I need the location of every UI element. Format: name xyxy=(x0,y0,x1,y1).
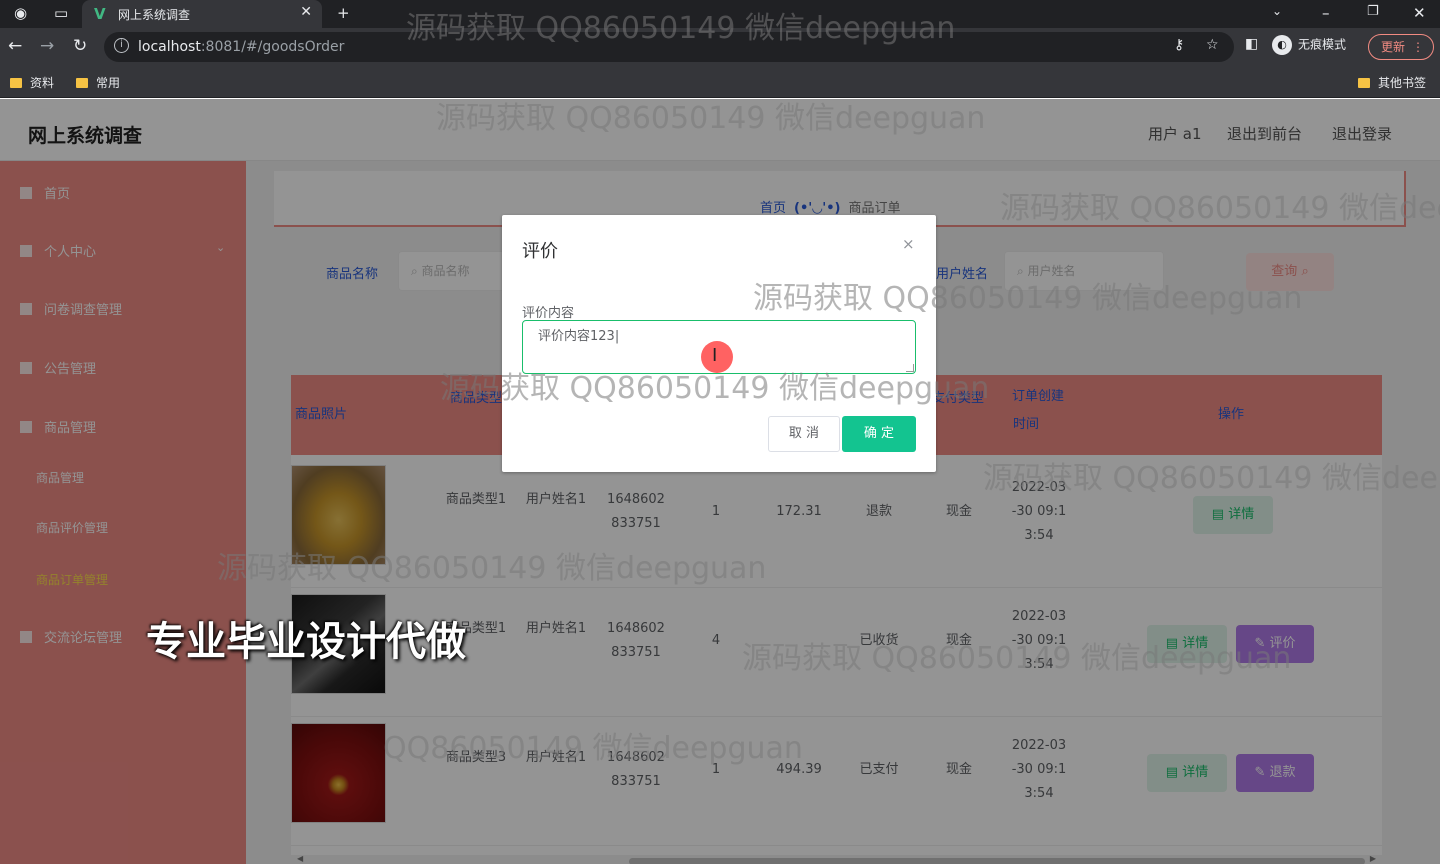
reload-icon[interactable]: ↻ xyxy=(73,36,87,56)
app-page: 网上系统调查 用户 a1 退出到前台 退出登录 首页 个人中心 ⌄ 问卷调查管理 … xyxy=(0,99,1440,864)
incognito-label: 无痕模式 xyxy=(1298,37,1347,52)
update-label: 更新 xyxy=(1381,40,1406,54)
review-content-value: 评价内容123 xyxy=(538,329,615,344)
url-text[interactable]: localhost:8081/#/goodsOrder xyxy=(138,39,344,55)
side-panel-icon[interactable]: ◧ xyxy=(1245,36,1258,52)
tab-search-icon[interactable]: ▭ xyxy=(54,4,68,22)
close-icon[interactable]: × xyxy=(902,235,915,253)
review-content-label: 评价内容 xyxy=(522,306,575,321)
update-button[interactable]: 更新 ⋮ xyxy=(1368,34,1434,60)
confirm-button[interactable]: 确 定 xyxy=(842,416,916,452)
browser-toolbar: ← → ↻ i localhost:8081/#/goodsOrder ⚷ ☆ … xyxy=(0,28,1440,66)
back-arrow-icon[interactable]: ← xyxy=(8,36,22,56)
modal-overlay[interactable] xyxy=(0,99,1440,864)
resize-handle-icon[interactable] xyxy=(906,364,914,372)
bookmark-star-icon[interactable]: ☆ xyxy=(1206,37,1219,53)
review-dialog: 评价 × 评价内容 评价内容123| I 取 消 确 定 xyxy=(502,215,936,472)
folder-icon xyxy=(1358,78,1370,88)
folder-icon xyxy=(76,78,88,88)
text-caret: | xyxy=(614,329,620,344)
incognito-indicator[interactable]: ◐ 无痕模式 xyxy=(1272,35,1346,55)
vue-favicon-icon: V xyxy=(94,5,106,23)
address-bar[interactable]: i localhost:8081/#/goodsOrder ⚷ ☆ xyxy=(104,32,1234,62)
text-cursor-icon: I xyxy=(712,345,718,366)
browser-tab-bar: ◉ ▭ V 网上系统调查 ✕ + ⌄ – ❐ ✕ xyxy=(0,0,1440,28)
browser-globe-icon[interactable]: ◉ xyxy=(14,4,27,22)
bookmark-folder-ziliao[interactable]: 资料 xyxy=(10,74,54,91)
dialog-title: 评价 xyxy=(522,241,558,262)
window-close-icon[interactable]: ✕ xyxy=(1413,4,1426,22)
incognito-icon: ◐ xyxy=(1272,35,1292,55)
forward-arrow-icon[interactable]: → xyxy=(40,36,54,56)
tab-list-chevron-icon[interactable]: ⌄ xyxy=(1272,4,1282,18)
new-tab-icon[interactable]: + xyxy=(337,4,350,22)
site-info-icon[interactable]: i xyxy=(114,38,129,53)
tab-title: 网上系统调查 xyxy=(118,8,191,22)
browser-tab[interactable]: V 网上系统调查 ✕ xyxy=(82,0,322,28)
tab-close-icon[interactable]: ✕ xyxy=(300,4,312,20)
bookmark-folder-changyong[interactable]: 常用 xyxy=(76,74,120,91)
bookmarks-bar: 资料 常用 其他书签 xyxy=(0,66,1440,98)
folder-icon xyxy=(10,78,22,88)
key-icon[interactable]: ⚷ xyxy=(1174,37,1184,53)
window-restore-icon[interactable]: ❐ xyxy=(1367,4,1379,19)
cancel-button[interactable]: 取 消 xyxy=(768,416,840,452)
kebab-menu-icon[interactable]: ⋮ xyxy=(1412,35,1424,59)
promo-overlay-text: 专业毕业设计代做 xyxy=(146,619,466,665)
window-minimize-icon[interactable]: – xyxy=(1322,4,1330,22)
other-bookmarks[interactable]: 其他书签 xyxy=(1358,74,1426,91)
